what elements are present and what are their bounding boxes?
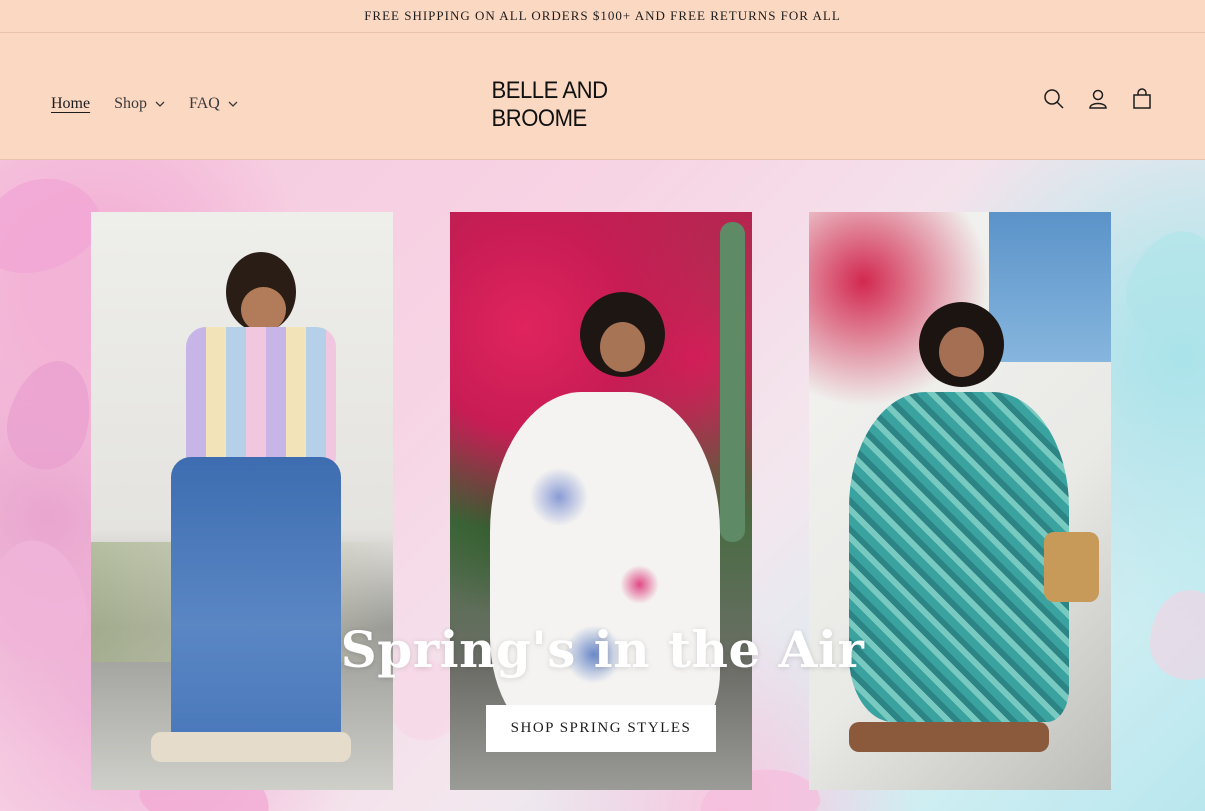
- shop-spring-styles-button[interactable]: SHOP SPRING STYLES: [486, 705, 716, 752]
- blossom-decoration: [1113, 217, 1205, 353]
- site-logo[interactable]: BELLE AND BROOME: [491, 77, 708, 132]
- nav-item-home-label: Home: [51, 95, 91, 112]
- account-icon[interactable]: [1087, 88, 1109, 110]
- hero-photo-floral-dress[interactable]: [450, 212, 752, 790]
- hero-title: Spring's in the Air: [340, 620, 865, 679]
- sandals: [849, 722, 1049, 752]
- floral-dress: [490, 392, 720, 742]
- site-header: Home Shop FAQ BELLE AND BROOME: [0, 33, 1205, 160]
- blossom-decoration: [0, 351, 103, 479]
- hero-photo-teal-dress[interactable]: [809, 212, 1111, 790]
- model-figure: [600, 322, 645, 372]
- plaid-top: [186, 327, 336, 467]
- search-icon[interactable]: [1043, 88, 1065, 110]
- nav-item-home[interactable]: Home: [51, 95, 90, 113]
- announcement-text: FREE SHIPPING ON ALL ORDERS $100+ AND FR…: [364, 8, 841, 23]
- announcement-bar: FREE SHIPPING ON ALL ORDERS $100+ AND FR…: [0, 0, 1205, 33]
- cactus: [720, 222, 745, 542]
- model-figure: [939, 327, 984, 377]
- nav-item-faq-label: FAQ: [189, 95, 220, 112]
- nav-item-shop[interactable]: Shop: [114, 95, 165, 113]
- nav-item-faq[interactable]: FAQ: [189, 95, 238, 113]
- hero-banner: Spring's in the Air SHOP SPRING STYLES: [0, 160, 1205, 811]
- cart-icon[interactable]: [1131, 88, 1153, 110]
- chevron-down-icon: [228, 101, 238, 107]
- main-nav: Home Shop FAQ: [51, 95, 238, 113]
- hero-photo-plaid-top[interactable]: [91, 212, 393, 790]
- nav-item-shop-label: Shop: [114, 95, 148, 112]
- denim-jeans: [171, 457, 341, 737]
- chevron-down-icon: [155, 101, 165, 107]
- model-figure: [241, 287, 286, 332]
- straw-bag: [1044, 532, 1099, 602]
- header-icons: [1043, 88, 1153, 110]
- sandals: [151, 732, 351, 762]
